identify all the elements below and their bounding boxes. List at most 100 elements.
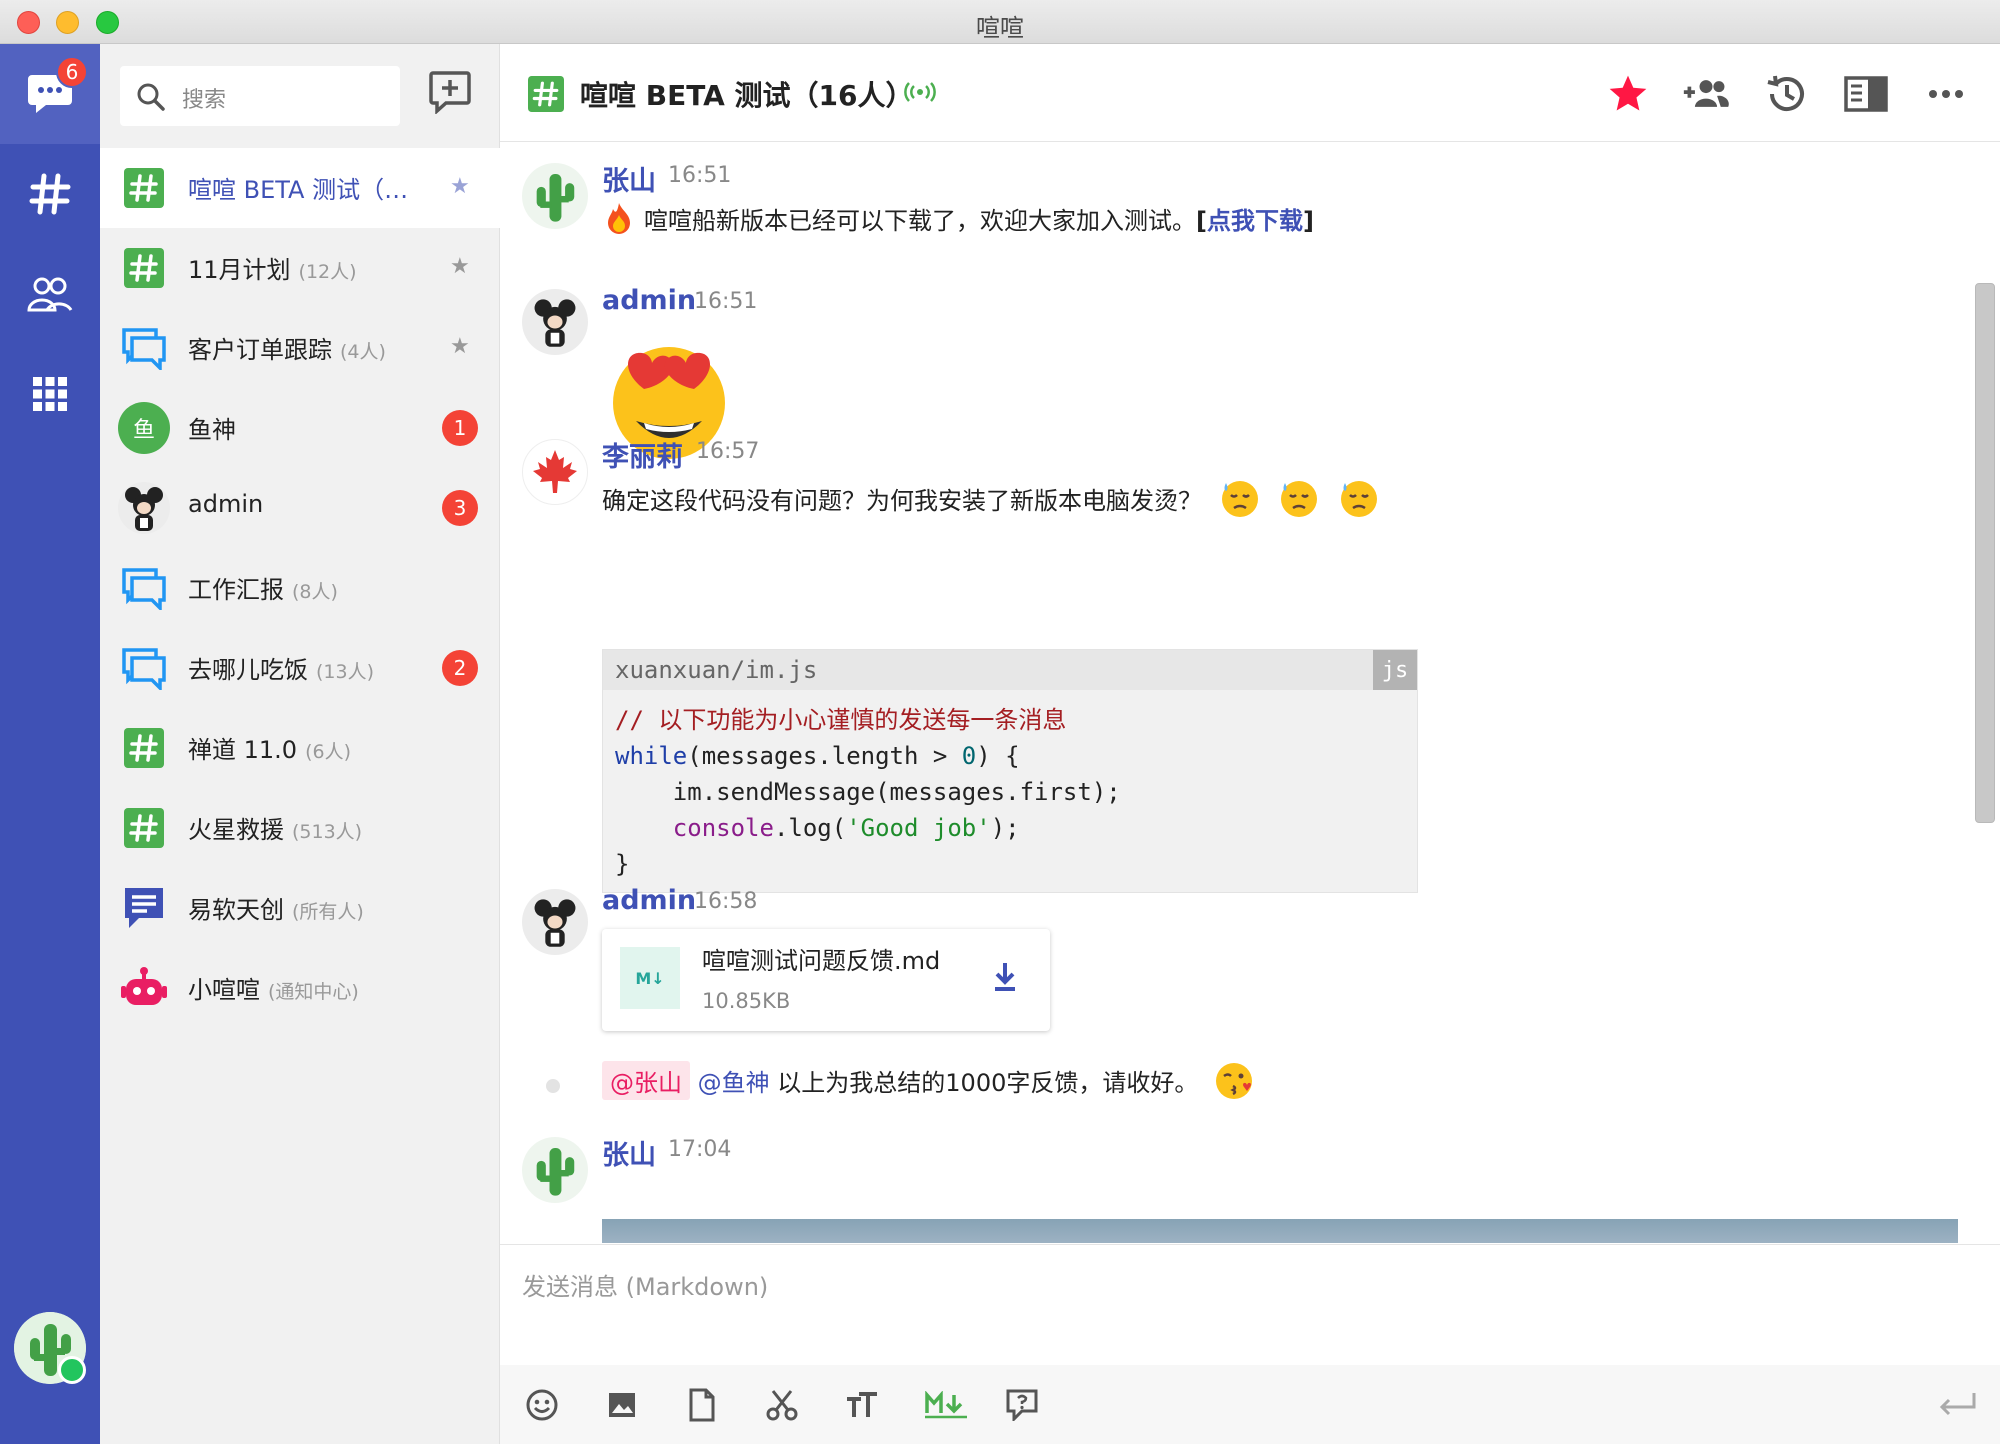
message-time: 16:51 [694,289,758,314]
chat-main: 喧喧 BETA 测试（16人） 张山 16:51 喧喧船新版本已经可以下载了，欢… [500,44,2000,1444]
chat-item-beta-test[interactable]: 喧喧 BETA 测试（16人） ★ [100,148,500,228]
chat-name: 喧喧 BETA 测试（16人） [188,176,418,204]
file-button[interactable] [682,1385,722,1425]
composer-toolbar [500,1365,2000,1444]
member-count: (13人) [316,661,375,683]
user-avatar[interactable] [522,1137,588,1203]
user-avatar: 鱼 [118,402,170,454]
chat-item-admin[interactable]: admin 3 [100,468,500,548]
file-attachment[interactable]: M↓ 喧喧测试问题反馈.md 10.85KB [602,929,1050,1031]
add-member-icon [1683,80,1729,107]
chat-item-where-to-eat[interactable]: 去哪儿吃饭 (13人) 2 [100,628,500,708]
sender-name[interactable]: admin [602,285,696,316]
search-box[interactable]: 搜索 [120,66,400,126]
download-icon[interactable] [992,961,1018,993]
group-chat-icon [122,648,166,690]
contacts-icon [27,277,73,312]
user-avatar[interactable] [522,289,588,355]
star-icon[interactable]: ★ [450,174,470,199]
broadcast-icon [904,82,936,102]
image-icon [609,1393,635,1417]
user-avatar[interactable] [522,889,588,955]
sweat-emoji [1221,481,1258,517]
member-count: (4人) [340,341,386,363]
sender-name[interactable]: 李丽莉 [602,435,683,474]
cactus-icon [536,1148,575,1196]
chat-item-easysoft[interactable]: 易软天创 (所有人) [100,868,500,948]
unread-badge: 2 [442,650,478,686]
sender-name[interactable]: admin [602,885,696,916]
image-button[interactable] [602,1385,642,1425]
nav-channels[interactable] [0,144,100,244]
star-button[interactable] [1604,70,1652,118]
chat-header: 喧喧 BETA 测试（16人） [500,44,2000,142]
search-icon [137,83,165,111]
chat-name: 易软天创 [188,896,284,924]
mickey-avatar-icon [125,487,163,531]
code-language: js [1373,650,1417,690]
mention-tag[interactable]: @鱼神 [698,1069,770,1097]
message-time: 17:04 [668,1137,732,1162]
file-size: 10.85KB [702,989,791,1013]
sender-name[interactable]: 张山 [602,159,656,198]
image-attachment[interactable] [602,1219,1958,1243]
enter-icon [1939,1393,1976,1416]
new-chat-button[interactable] [428,70,472,118]
member-count: (所有人) [292,901,364,923]
user-avatar[interactable] [522,163,588,229]
chat-item-zentao[interactable]: 禅道 11.0 (6人) [100,708,500,788]
screenshot-button[interactable] [762,1385,802,1425]
message-time: 16:57 [696,439,760,464]
sender-name[interactable]: 张山 [602,1133,656,1172]
user-avatar [118,482,170,534]
channel-icon [124,248,164,288]
text-size-button[interactable] [842,1385,882,1425]
message-text: 喧喧船新版本已经可以下载了，欢迎大家加入测试。[点我下载] [602,201,1314,236]
markdown-icon [925,1391,967,1419]
member-count: (8人) [292,581,338,603]
unread-badge: 1 [442,410,478,446]
download-link[interactable]: 点我下载 [1207,207,1303,235]
nav-apps[interactable] [0,344,100,444]
emoji-button[interactable] [522,1385,562,1425]
more-button[interactable] [1922,70,1970,118]
scissors-icon [766,1390,798,1421]
sidebar-toggle-button[interactable] [1842,70,1890,118]
code-block: xuanxuan/im.js js // 以下功能为小心谨慎的发送每一条消息 w… [602,649,1418,893]
mention-tag[interactable]: @张山 [602,1061,690,1100]
search-input[interactable]: 搜索 [182,82,226,114]
history-button[interactable] [1762,70,1810,118]
nav-contacts[interactable] [0,244,100,344]
chat-item-order-tracking[interactable]: 客户订单跟踪 (4人) ★ [100,308,500,388]
nav-unread-badge: 6 [56,56,88,88]
scrollbar[interactable] [1975,283,1995,823]
send-button[interactable] [1934,1385,1982,1425]
add-member-button[interactable] [1682,70,1730,118]
chat-item-work-report[interactable]: 工作汇报 (8人) [100,548,500,628]
chat-item-mars-rescue[interactable]: 火星救援 (513人) [100,788,500,868]
star-icon[interactable]: ★ [450,254,470,279]
member-count: (12人) [298,261,357,283]
nav-chats[interactable]: 6 [0,44,100,144]
fire-emoji [608,203,630,234]
chat-name: 客户订单跟踪 [188,336,332,364]
markdown-button[interactable] [922,1385,970,1425]
chat-title: 喧喧 BETA 测试（16人） [580,79,914,112]
title-bar: 喧喧 [0,0,2000,44]
markdown-file-icon: M↓ [620,947,680,1009]
text-size-icon [847,1392,877,1417]
hashtag-icon [29,173,71,215]
help-button[interactable] [1002,1385,1042,1425]
chat-item-yushen[interactable]: 鱼 鱼神 1 [100,388,500,468]
chat-item-robot[interactable]: 小喧喧 (通知中心) [100,948,500,1028]
message-text: @张山 @鱼神 以上为我总结的1000字反馈，请收好。 [602,1061,1254,1101]
star-icon [1609,75,1647,111]
channel-icon [528,76,564,112]
star-icon[interactable]: ★ [450,334,470,359]
user-avatar[interactable] [522,439,588,505]
message-input[interactable]: 发送消息 (Markdown) [522,1267,768,1302]
apps-icon [33,377,67,411]
chat-item-nov-plan[interactable]: 11月计划 (12人) ★ [100,228,500,308]
code-filename: xuanxuan/im.js [615,656,818,684]
app-window: 喧喧 6 搜索 喧喧 BETA 测试（16 ★ 11月计划 (12人) ★ 客户… [0,0,2000,1444]
